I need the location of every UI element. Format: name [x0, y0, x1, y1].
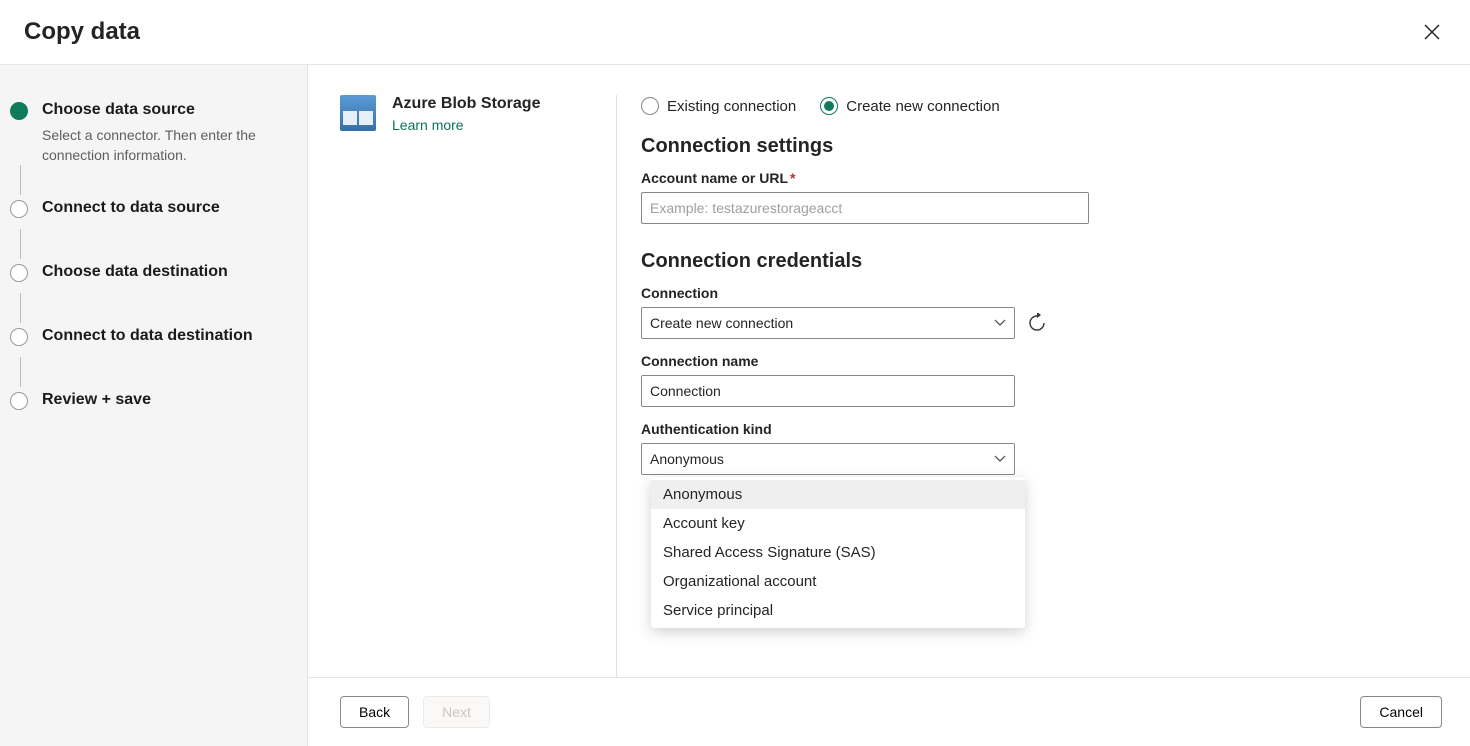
- radio-label: Existing connection: [667, 98, 796, 115]
- dropdown-option-sas[interactable]: Shared Access Signature (SAS): [651, 538, 1025, 567]
- radio-label: Create new connection: [846, 98, 999, 115]
- authentication-kind-select[interactable]: Anonymous: [641, 443, 1015, 475]
- step-indicator-icon: [10, 264, 28, 282]
- step-connector-line: [8, 293, 283, 325]
- content-main: Azure Blob Storage Learn more Existing c…: [308, 65, 1470, 677]
- back-button[interactable]: Back: [340, 696, 409, 728]
- connection-form: Existing connection Create new connectio…: [616, 95, 1442, 677]
- field-label: Connection: [641, 285, 1442, 301]
- dropdown-option-anonymous[interactable]: Anonymous: [651, 480, 1025, 509]
- learn-more-link[interactable]: Learn more: [392, 117, 464, 133]
- step-review-save[interactable]: Review + save: [8, 389, 283, 421]
- step-indicator-icon: [10, 200, 28, 218]
- step-connect-to-data-source[interactable]: Connect to data source: [8, 197, 283, 229]
- field-label: Account name or URL*: [641, 170, 1442, 186]
- step-subtitle: Select a connector. Then enter the conne…: [42, 125, 283, 165]
- dropdown-option-account-key[interactable]: Account key: [651, 509, 1025, 538]
- step-indicator-icon: [10, 392, 28, 410]
- step-connector-line: [8, 229, 283, 261]
- authentication-kind-dropdown: Anonymous Account key Shared Access Sign…: [651, 477, 1025, 628]
- dialog-body: Choose data source Select a connector. T…: [0, 65, 1470, 746]
- step-indicator-active-icon: [10, 102, 28, 120]
- dialog-header: Copy data: [0, 0, 1470, 65]
- field-authentication-kind: Authentication kind Anonymous Anonymous …: [641, 421, 1442, 475]
- radio-selected-icon: [820, 97, 838, 115]
- field-connection: Connection Create new connection: [641, 285, 1442, 339]
- step-indicator-icon: [10, 328, 28, 346]
- field-label-text: Account name or URL: [641, 170, 788, 186]
- radio-icon: [641, 97, 659, 115]
- step-title: Choose data source: [42, 99, 283, 121]
- dropdown-option-org-account[interactable]: Organizational account: [651, 567, 1025, 596]
- connection-name-input[interactable]: [641, 375, 1015, 407]
- dropdown-option-service-principal[interactable]: Service principal: [651, 596, 1025, 625]
- step-connect-to-data-destination[interactable]: Connect to data destination: [8, 325, 283, 357]
- next-button: Next: [423, 696, 490, 728]
- close-icon: [1423, 23, 1441, 41]
- chevron-down-icon: [994, 453, 1006, 465]
- content-area: Azure Blob Storage Learn more Existing c…: [308, 65, 1470, 746]
- cancel-button[interactable]: Cancel: [1360, 696, 1442, 728]
- step-choose-data-source[interactable]: Choose data source Select a connector. T…: [8, 99, 283, 165]
- chevron-down-icon: [994, 317, 1006, 329]
- account-name-input[interactable]: [641, 192, 1089, 224]
- step-choose-data-destination[interactable]: Choose data destination: [8, 261, 283, 293]
- connection-select[interactable]: Create new connection: [641, 307, 1015, 339]
- step-connector-line: [8, 357, 283, 389]
- connector-title: Azure Blob Storage: [392, 95, 540, 113]
- radio-create-new-connection[interactable]: Create new connection: [820, 97, 999, 115]
- close-button[interactable]: [1418, 18, 1446, 46]
- required-star-icon: *: [790, 170, 795, 186]
- refresh-icon[interactable]: [1027, 313, 1047, 333]
- step-title: Choose data destination: [42, 261, 228, 283]
- steps-sidebar: Choose data source Select a connector. T…: [0, 65, 308, 746]
- select-value: Create new connection: [650, 315, 793, 331]
- step-title: Connect to data source: [42, 197, 220, 219]
- step-title: Review + save: [42, 389, 151, 411]
- section-header-credentials: Connection credentials: [641, 250, 1442, 273]
- field-account-name: Account name or URL*: [641, 170, 1442, 224]
- azure-blob-storage-icon: [340, 95, 376, 131]
- select-value: Anonymous: [650, 451, 724, 467]
- dialog-title: Copy data: [24, 18, 140, 46]
- copy-data-dialog: Copy data Choose data source Select a co…: [0, 0, 1470, 746]
- connector-info-panel: Azure Blob Storage Learn more: [340, 95, 616, 677]
- radio-existing-connection[interactable]: Existing connection: [641, 97, 796, 115]
- field-label: Authentication kind: [641, 421, 1442, 437]
- field-connection-name: Connection name: [641, 353, 1442, 407]
- section-header-settings: Connection settings: [641, 135, 1442, 158]
- connection-mode-group: Existing connection Create new connectio…: [641, 97, 1442, 115]
- step-connector-line: [8, 165, 283, 197]
- dialog-footer: Back Next Cancel: [308, 677, 1470, 746]
- step-title: Connect to data destination: [42, 325, 253, 347]
- field-label: Connection name: [641, 353, 1442, 369]
